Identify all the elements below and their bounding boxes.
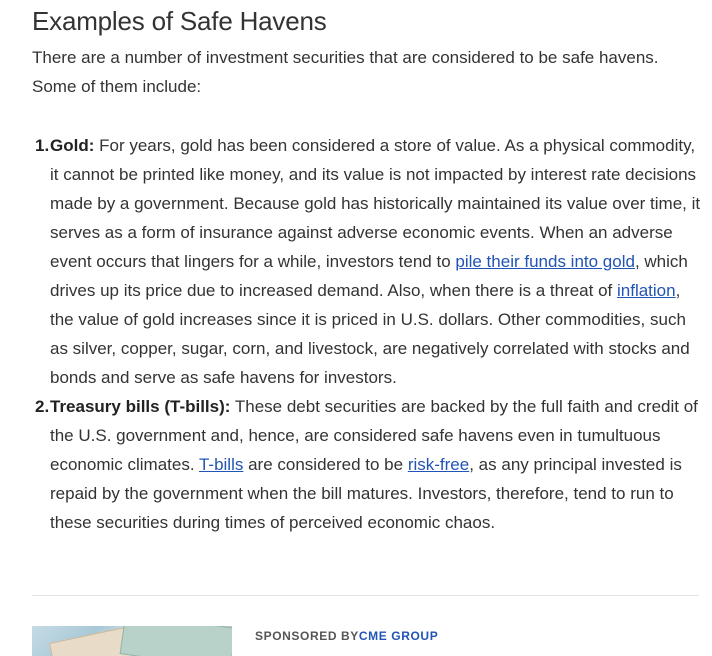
section-heading: Examples of Safe Havens — [32, 6, 327, 36]
banknote-shape — [119, 626, 232, 656]
currency-notes-image[interactable] — [32, 626, 232, 656]
list-number: 1. — [35, 136, 50, 155]
sponsored-prefix: SPONSORED BY — [255, 629, 359, 643]
term-treasury-bills: Treasury bills (T-bills): — [50, 397, 231, 416]
safe-haven-list: 1. Gold: For years, gold has been conside… — [32, 131, 702, 537]
list-item-treasury-bills: 2. Treasury bills (T-bills): These debt s… — [32, 392, 702, 537]
list-number: 2. — [35, 397, 50, 416]
list-item-gold: 1. Gold: For years, gold has been conside… — [32, 131, 702, 392]
sponsor-link[interactable]: CME GROUP — [359, 629, 438, 643]
item-text: are considered to be — [243, 455, 408, 474]
item-text: For years, gold has been considered a st… — [50, 136, 701, 271]
sponsored-label: SPONSORED BYCME GROUP — [255, 629, 438, 643]
link-t-bills[interactable]: T-bills — [199, 455, 243, 474]
term-gold: Gold: — [50, 136, 95, 155]
article: Examples of Safe Havens There are a numb… — [32, 0, 702, 537]
link-inflation[interactable]: inflation — [617, 281, 676, 300]
section-divider — [32, 595, 699, 596]
link-pile-funds-into-gold[interactable]: pile their funds into gold — [455, 252, 635, 271]
link-risk-free[interactable]: risk-free — [408, 455, 469, 474]
intro-paragraph: There are a number of investment securit… — [32, 48, 659, 96]
